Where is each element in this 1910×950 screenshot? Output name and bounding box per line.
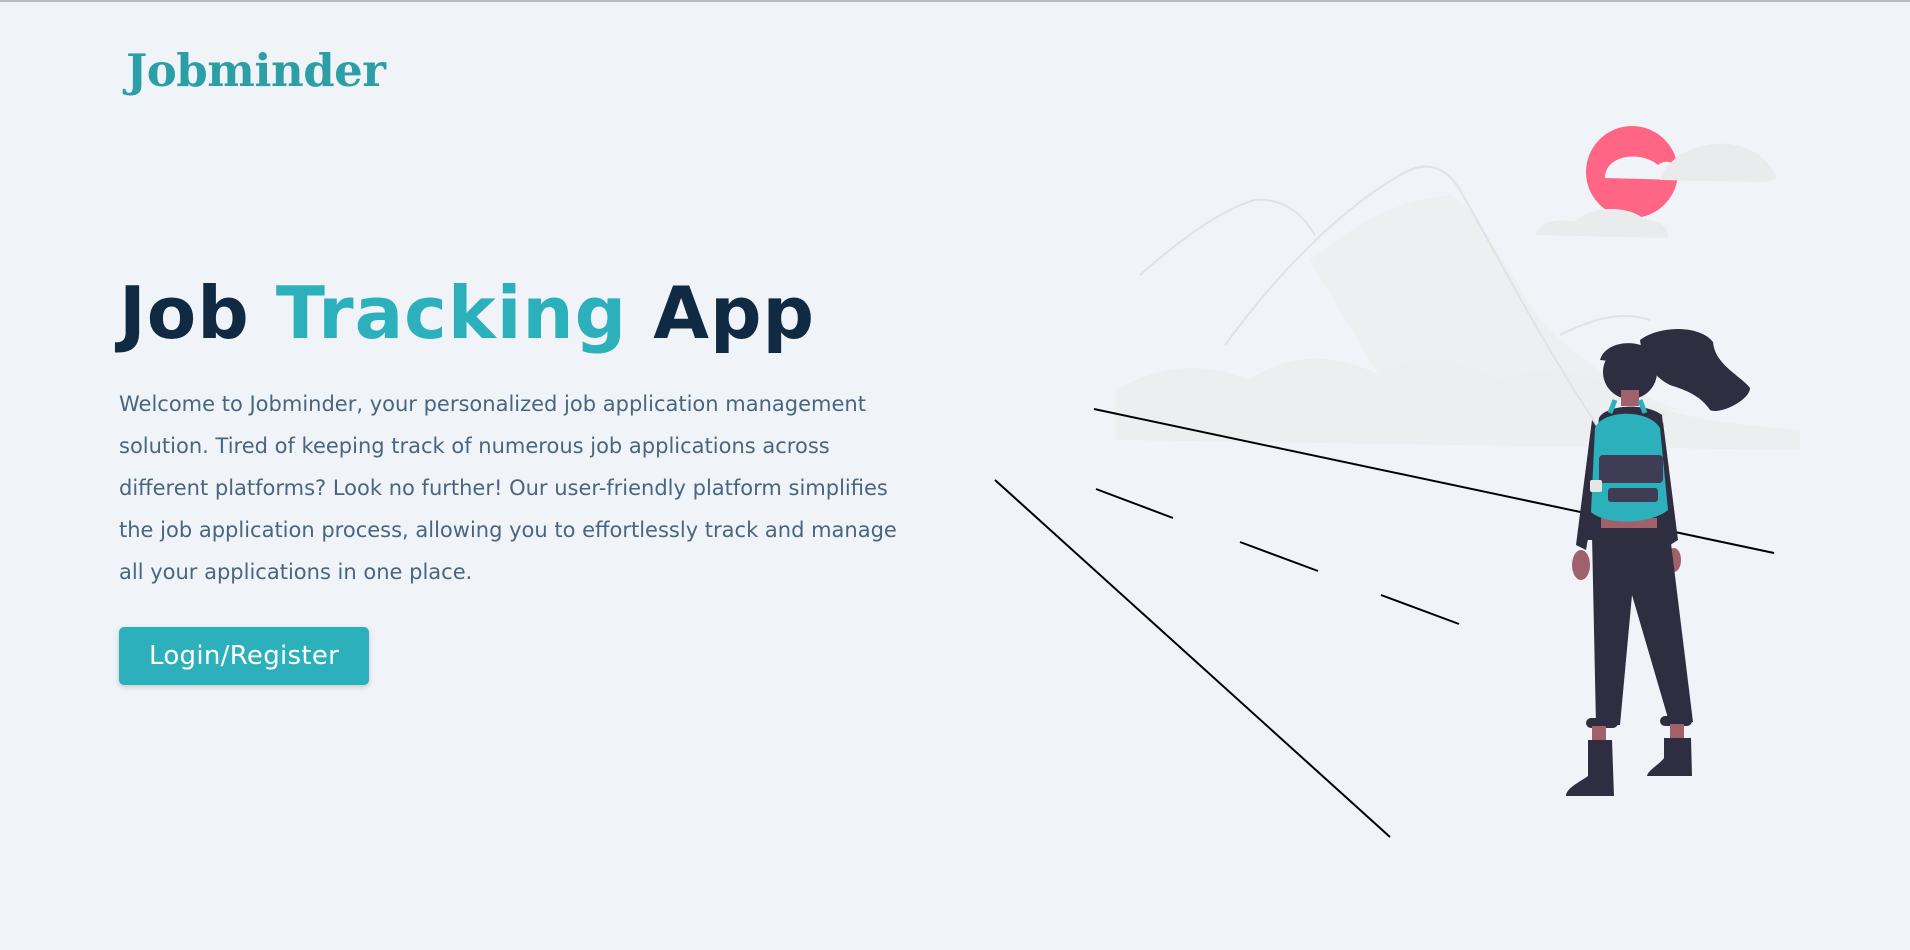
login-register-button[interactable]: Login/Register [119, 626, 370, 685]
hero-section: Job Tracking App Welcome to Jobminder, y… [119, 272, 919, 685]
page-title: Job Tracking App [119, 272, 919, 355]
traveler-illustration [994, 126, 1800, 838]
title-word-tracking: Tracking [275, 271, 628, 355]
hero-description: Welcome to Jobminder, your personalized … [119, 391, 897, 584]
logo[interactable]: Jobminder [126, 46, 386, 96]
title-word-app: App [653, 271, 816, 355]
hills-background [1115, 195, 1800, 450]
browser-edge [0, 0, 1910, 8]
title-word-job: Job [119, 271, 250, 355]
